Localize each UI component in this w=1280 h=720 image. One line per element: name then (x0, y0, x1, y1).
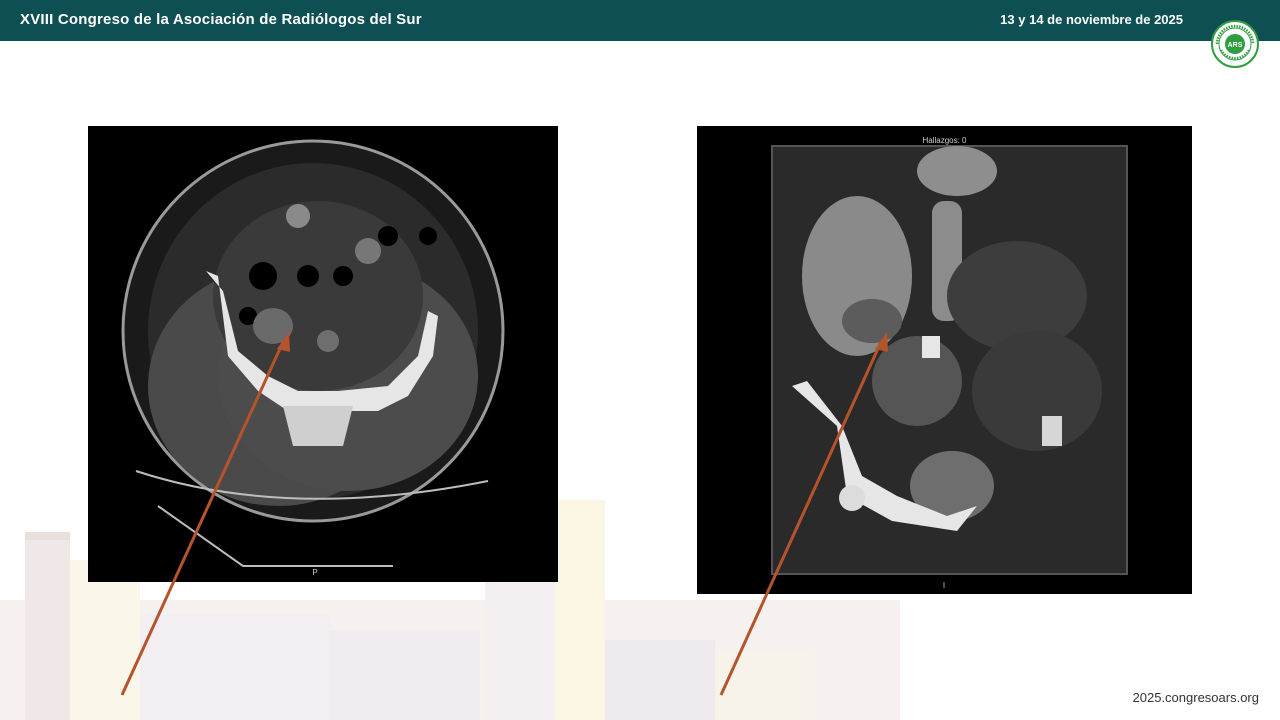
congress-title: XVIII Congreso de la Asociación de Radió… (20, 11, 422, 28)
ars-logo-seal: ARS (1211, 20, 1259, 68)
coronal-ct-drawing: I (771, 145, 1128, 590)
axial-ct-drawing: P (121, 139, 505, 577)
coronal-orientation-label: I (943, 581, 945, 590)
congress-date: 13 y 14 de noviembre de 2025 (1000, 12, 1183, 27)
logo-abbr: ARS (1228, 42, 1243, 49)
axial-ct-image: P (88, 126, 558, 582)
header-bar: XVIII Congreso de la Asociación de Radió… (0, 0, 1280, 41)
congress-website: 2025.congresoars.org (1132, 690, 1259, 705)
coronal-ct-image: Hallazgos: 0 I (697, 126, 1192, 594)
ars-logo: ARS (1211, 20, 1259, 68)
axial-orientation-label: P (312, 568, 317, 577)
